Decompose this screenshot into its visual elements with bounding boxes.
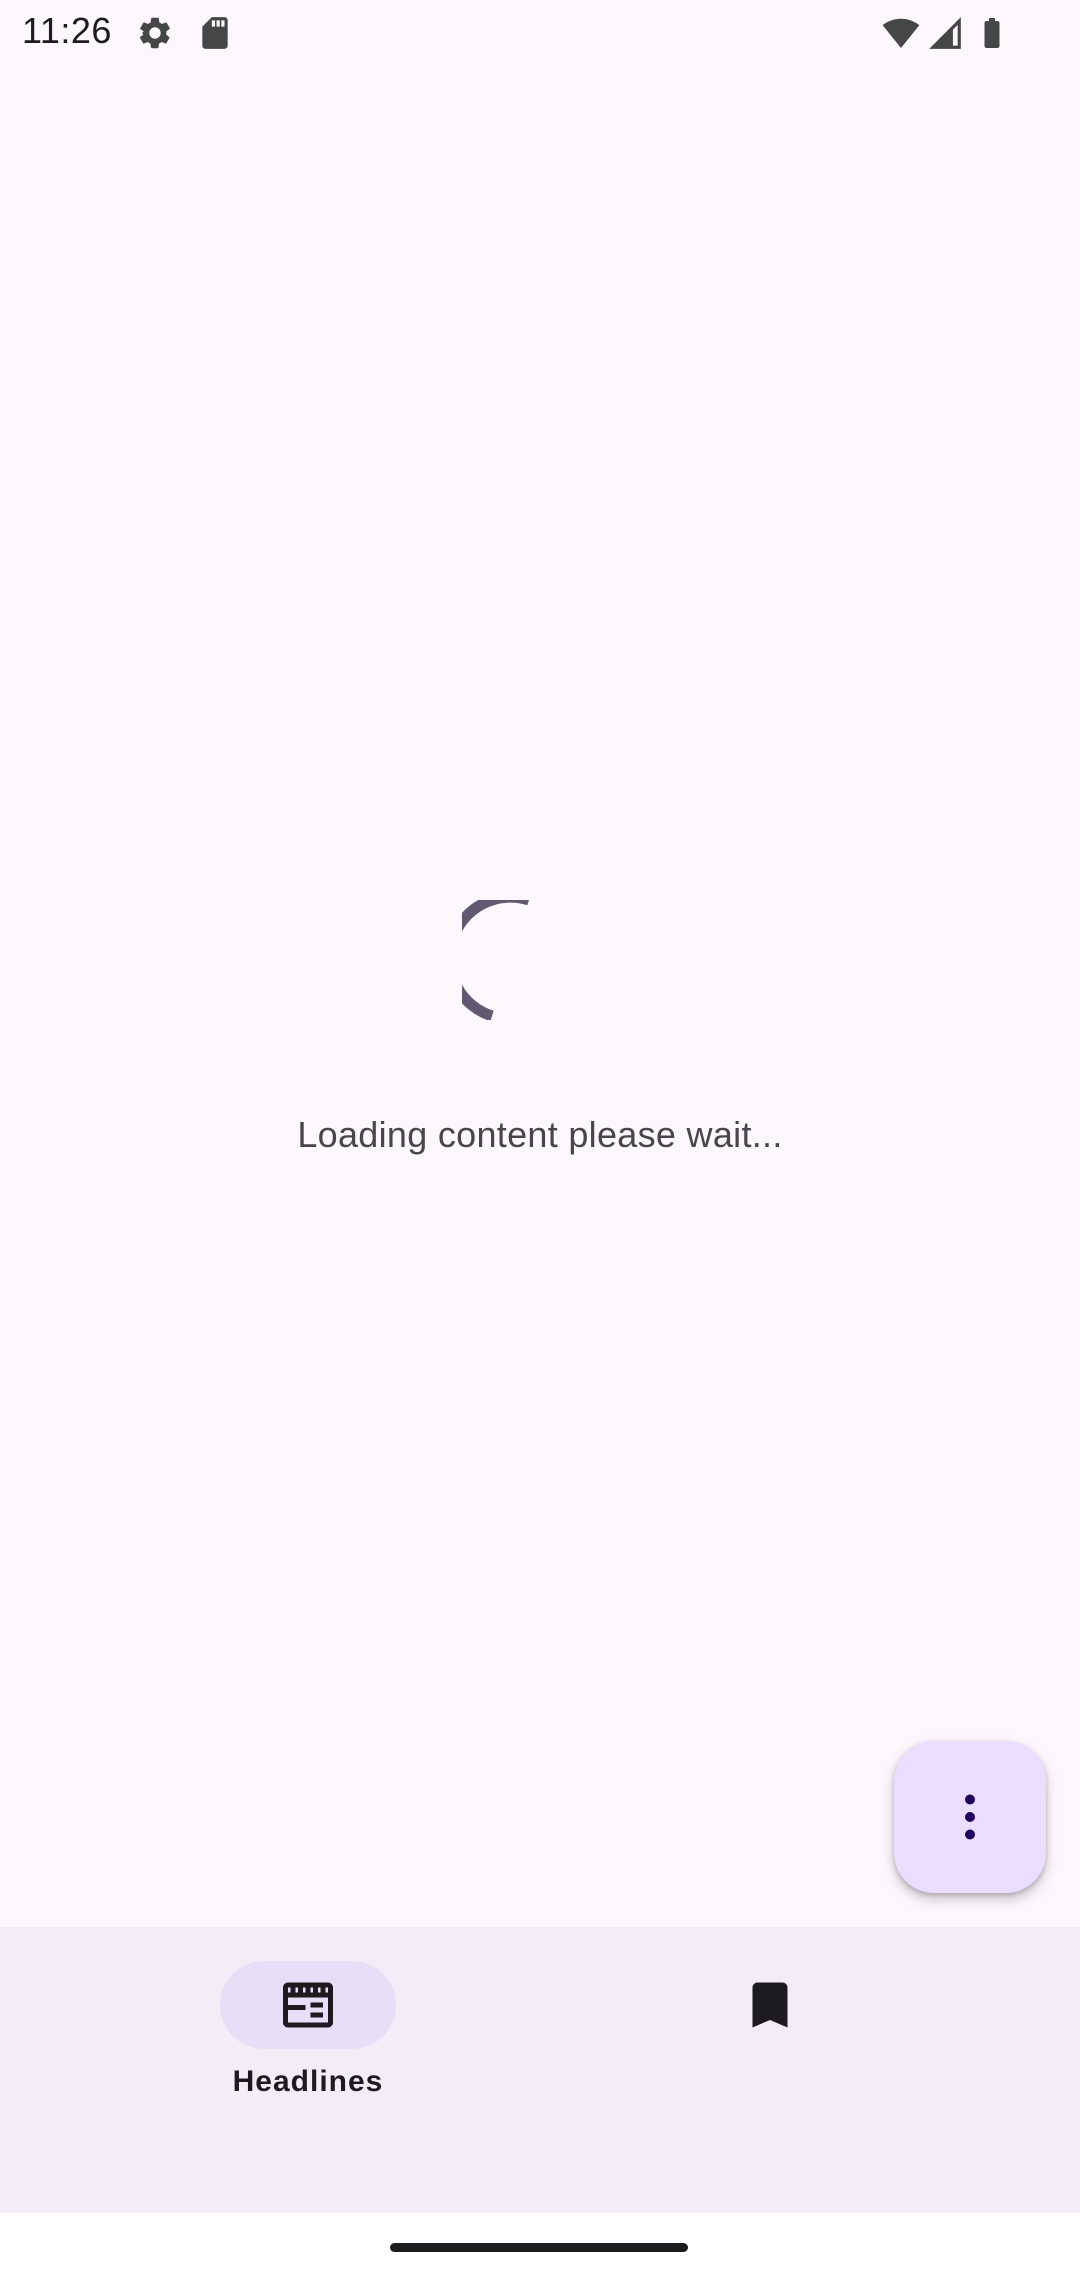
loading-message: Loading content please wait... (297, 1114, 783, 1155)
nav-item-bookmarks[interactable] (620, 1961, 920, 2121)
battery-icon (974, 14, 1010, 52)
wifi-icon (882, 14, 920, 52)
newspaper-icon (283, 1982, 333, 2028)
nav-item-headlines[interactable]: Headlines (158, 1961, 458, 2121)
nav-label-headlines: Headlines (232, 2065, 384, 2098)
status-bar: 11:26 (0, 0, 1080, 66)
more-vertical-icon (965, 1794, 975, 1840)
gesture-navigation-area (0, 2213, 1080, 2280)
more-options-button[interactable] (894, 1741, 1046, 1893)
status-time: 11:26 (22, 10, 112, 51)
settings-icon (136, 14, 174, 52)
active-indicator (220, 1961, 396, 2049)
cellular-signal-icon (926, 14, 964, 52)
loading-spinner (462, 900, 582, 1020)
sd-card-icon (196, 14, 234, 52)
bottom-navigation: Headlines (0, 1927, 1080, 2213)
home-gesture-handle[interactable] (390, 2243, 688, 2252)
bookmark-icon (740, 1975, 800, 2035)
